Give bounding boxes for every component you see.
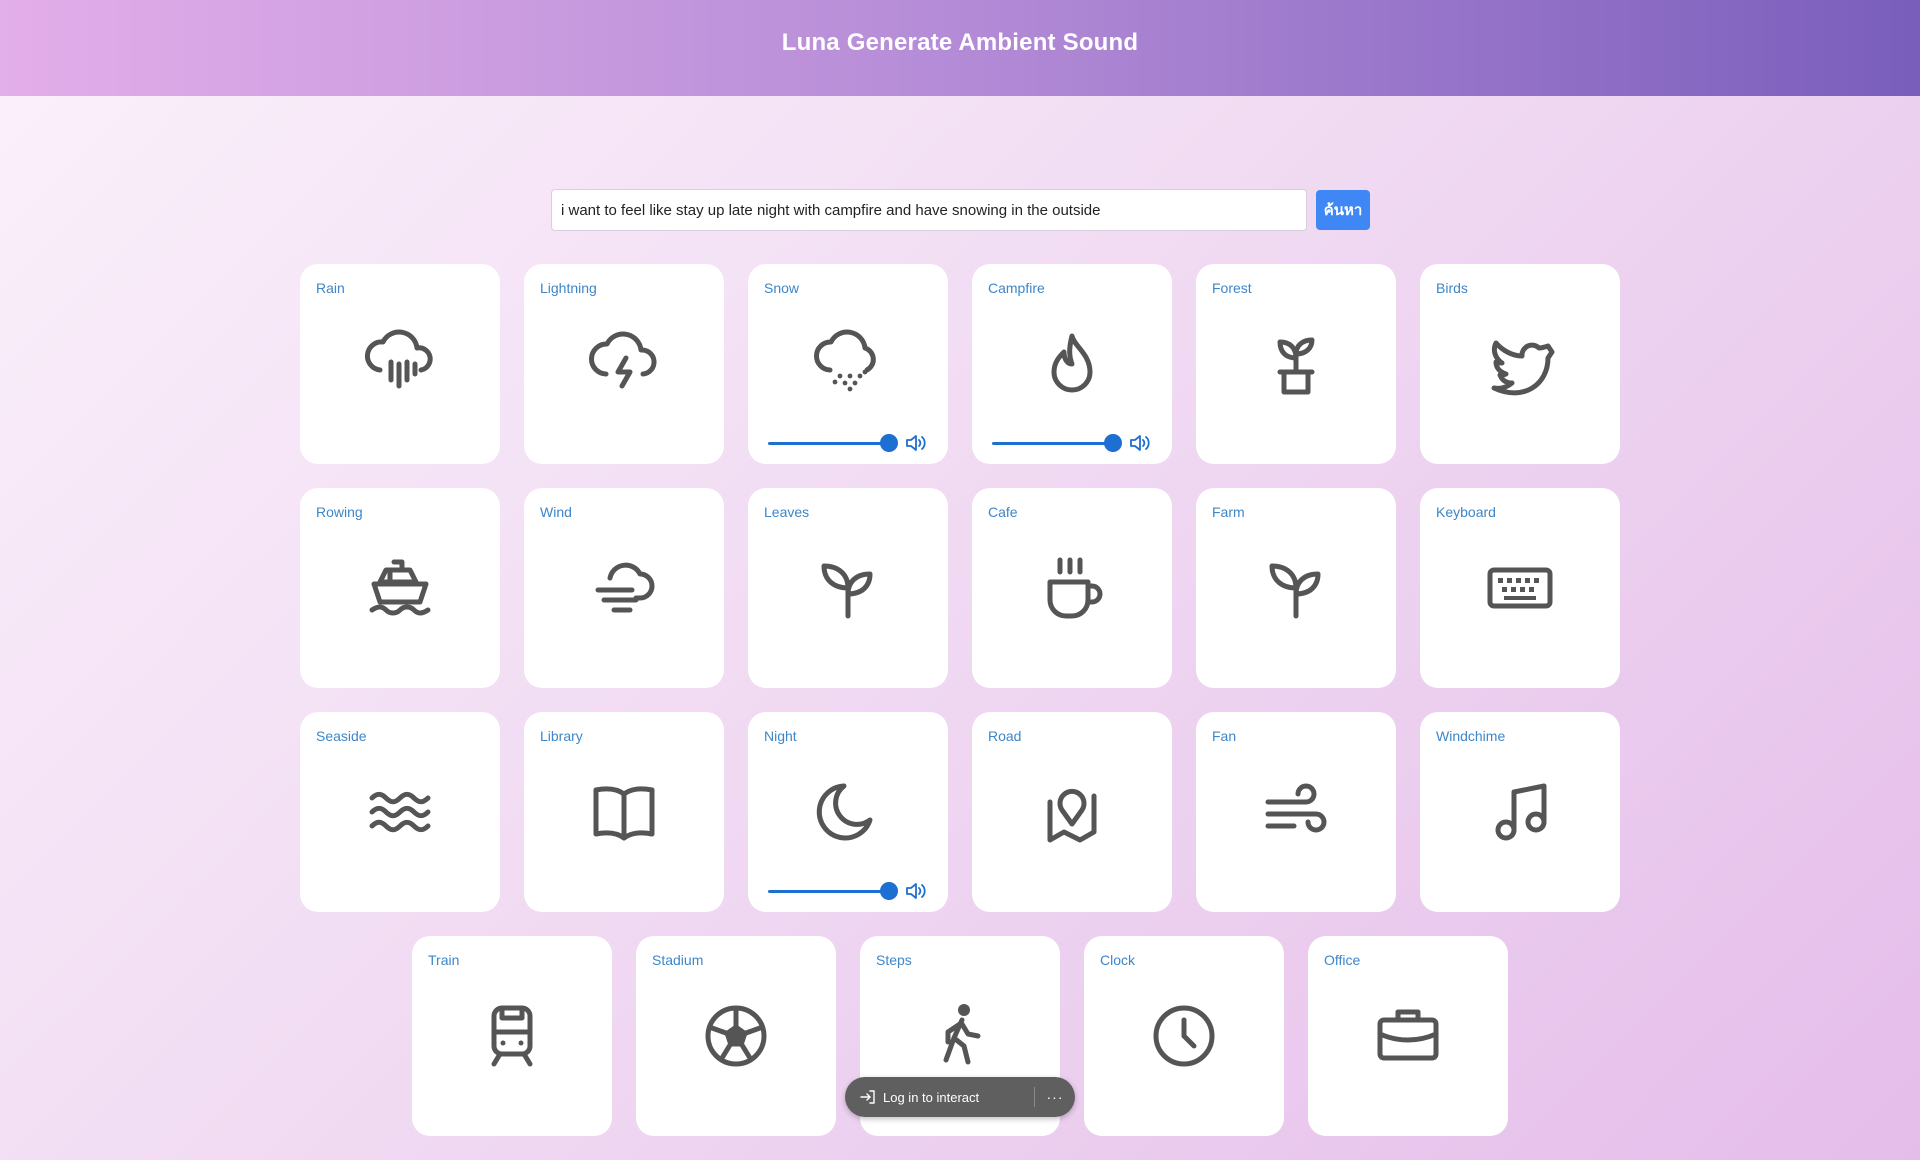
app-header: Luna Generate Ambient Sound — [0, 0, 1920, 96]
sound-card-office[interactable]: Office — [1308, 936, 1508, 1136]
moon-icon — [808, 772, 888, 852]
potted-plant-icon — [1256, 324, 1336, 404]
sound-card-label: Road — [988, 728, 1022, 744]
sound-card-label: Campfire — [988, 280, 1045, 296]
sound-card-label: Lightning — [540, 280, 597, 296]
sound-card-label: Steps — [876, 952, 912, 968]
volume-slider-thumb[interactable] — [880, 882, 898, 900]
sound-card-label: Snow — [764, 280, 800, 296]
sprout-icon — [808, 548, 888, 628]
volume-slider[interactable] — [768, 882, 898, 900]
search-button[interactable]: ค้นหา — [1316, 190, 1370, 230]
login-label: Log in to interact — [883, 1089, 980, 1105]
sound-card-farm[interactable]: Farm — [1196, 488, 1396, 688]
volume-control — [992, 433, 1152, 453]
sound-card-night[interactable]: Night — [748, 712, 948, 912]
bird-icon — [1480, 324, 1560, 404]
search-input[interactable] — [551, 189, 1307, 231]
more-options-button[interactable]: ··· — [1035, 1089, 1075, 1105]
sound-card-label: Leaves — [764, 504, 810, 520]
volume-icon[interactable] — [1129, 434, 1151, 452]
volume-slider-thumb[interactable] — [1104, 434, 1122, 452]
sound-card-label: Birds — [1436, 280, 1468, 296]
sound-card-label: Cafe — [988, 504, 1018, 520]
clock-icon — [1144, 996, 1224, 1076]
sound-card-label: Library — [540, 728, 583, 744]
sound-card-label: Rowing — [316, 504, 363, 520]
sound-card-library[interactable]: Library — [524, 712, 724, 912]
sound-card-label: Farm — [1212, 504, 1245, 520]
sound-card-clock[interactable]: Clock — [1084, 936, 1284, 1136]
music-note-icon — [1480, 772, 1560, 852]
sound-card-label: Keyboard — [1436, 504, 1496, 520]
sound-card-train[interactable]: Train — [412, 936, 612, 1136]
volume-icon[interactable] — [905, 434, 927, 452]
cloud-wind-icon — [584, 548, 664, 628]
keyboard-icon — [1480, 548, 1560, 628]
page-title: Luna Generate Ambient Sound — [781, 29, 1139, 56]
waves-icon — [360, 772, 440, 852]
sound-card-birds[interactable]: Birds — [1420, 264, 1620, 464]
briefcase-icon — [1368, 996, 1448, 1076]
volume-slider[interactable] — [992, 434, 1122, 452]
sound-card-campfire[interactable]: Campfire — [972, 264, 1172, 464]
sound-card-lightning[interactable]: Lightning — [524, 264, 724, 464]
map-pin-icon — [1032, 772, 1112, 852]
card-row: Rowing Wind Leaves Cafe Farm Keyboard — [300, 488, 1620, 688]
sound-card-keyboard[interactable]: Keyboard — [1420, 488, 1620, 688]
sprout-icon — [1256, 548, 1336, 628]
sound-card-wind[interactable]: Wind — [524, 488, 724, 688]
sound-card-label: Night — [764, 728, 797, 744]
sound-card-fan[interactable]: Fan — [1196, 712, 1396, 912]
walking-icon — [920, 996, 1000, 1076]
sound-card-rowing[interactable]: Rowing — [300, 488, 500, 688]
volume-control — [768, 881, 928, 901]
sound-card-leaves[interactable]: Leaves — [748, 488, 948, 688]
sound-card-seaside[interactable]: Seaside — [300, 712, 500, 912]
ship-icon — [360, 548, 440, 628]
sound-card-label: Fan — [1212, 728, 1237, 744]
coffee-cup-icon — [1032, 548, 1112, 628]
volume-control — [768, 433, 928, 453]
search-bar: ค้นหา — [551, 189, 1370, 231]
card-row: Seaside Library Night Road Fan Windchime — [300, 712, 1620, 912]
sound-card-label: Stadium — [652, 952, 704, 968]
login-icon — [860, 1090, 875, 1104]
sound-card-label: Office — [1324, 952, 1361, 968]
sound-card-cafe[interactable]: Cafe — [972, 488, 1172, 688]
volume-slider-thumb[interactable] — [880, 434, 898, 452]
sound-card-rain[interactable]: Rain — [300, 264, 500, 464]
train-icon — [472, 996, 552, 1076]
sound-grid: Rain Lightning Snow Campfire Forest Birds Rowi… — [300, 264, 1620, 1160]
volume-slider[interactable] — [768, 434, 898, 452]
book-icon — [584, 772, 664, 852]
sound-card-label: Forest — [1212, 280, 1252, 296]
sound-card-label: Clock — [1100, 952, 1136, 968]
login-prompt[interactable]: Log in to interact ··· — [845, 1077, 1075, 1117]
lightning-icon — [584, 324, 664, 404]
sound-card-snow[interactable]: Snow — [748, 264, 948, 464]
sound-card-label: Wind — [540, 504, 572, 520]
sound-card-road[interactable]: Road — [972, 712, 1172, 912]
sound-card-stadium[interactable]: Stadium — [636, 936, 836, 1136]
sound-card-label: Windchime — [1436, 728, 1506, 744]
volume-icon[interactable] — [905, 882, 927, 900]
sound-card-label: Train — [428, 952, 460, 968]
sound-card-label: Rain — [316, 280, 345, 296]
snow-icon — [808, 324, 888, 404]
rain-icon — [360, 324, 440, 404]
wind-icon — [1256, 772, 1336, 852]
card-row: Rain Lightning Snow Campfire Forest Birds — [300, 264, 1620, 464]
sound-card-label: Seaside — [316, 728, 367, 744]
sound-card-windchime[interactable]: Windchime — [1420, 712, 1620, 912]
soccer-ball-icon — [696, 996, 776, 1076]
sound-card-forest[interactable]: Forest — [1196, 264, 1396, 464]
flame-icon — [1032, 324, 1112, 404]
